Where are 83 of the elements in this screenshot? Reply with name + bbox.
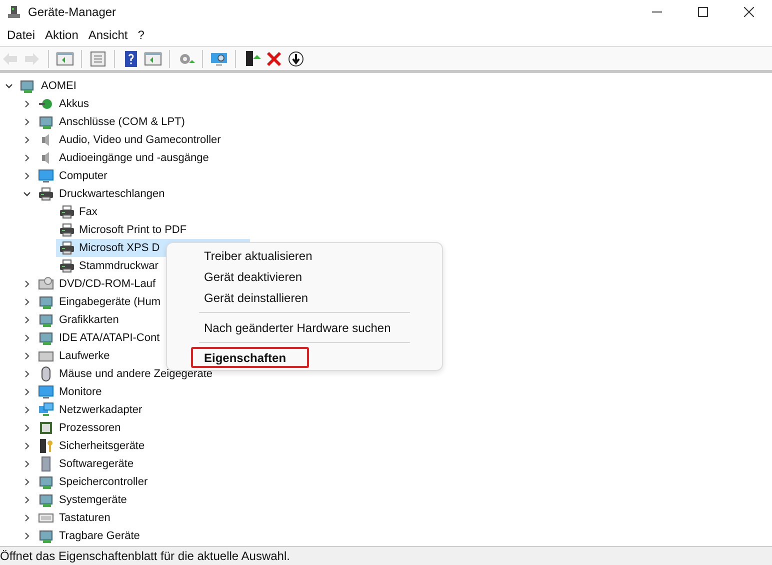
tree-item[interactable]: Sicherheitsgeräte: [59, 438, 145, 454]
tree-item[interactable]: Audioeingänge und -ausgänge: [59, 150, 209, 166]
key-icon: [38, 438, 54, 454]
chevron-right-icon[interactable]: [23, 532, 31, 540]
tree-item[interactable]: Tastaturen: [59, 510, 110, 526]
tree-item[interactable]: Systemgeräte: [59, 492, 127, 508]
context-menu-item[interactable]: Gerät deaktivieren: [171, 266, 438, 287]
tree-item[interactable]: Speichercontroller: [59, 474, 148, 490]
context-menu-item[interactable]: Nach geänderter Hardware suchen: [171, 317, 438, 338]
tree-item-label: Fax: [79, 204, 98, 220]
menu-item[interactable]: Datei: [2, 25, 40, 45]
delete-icon[interactable]: [265, 50, 283, 68]
tree-item-label: Stammdruckwar: [79, 258, 158, 274]
chevron-right-icon[interactable]: [23, 514, 31, 522]
chevron-right-icon[interactable]: [23, 298, 31, 306]
chevron-right-icon[interactable]: [23, 388, 31, 396]
status-text: Öffnet das Eigenschaftenblatt für die aktuelle Auswahl.: [0, 548, 290, 565]
panel-icon[interactable]: [56, 50, 74, 68]
menu-item[interactable]: ?: [132, 25, 150, 45]
device-icon: [38, 528, 54, 544]
disc-drive-icon: [38, 276, 54, 292]
tree-item[interactable]: Mäuse und andere Zeigegeräte: [59, 366, 212, 382]
chevron-right-icon[interactable]: [23, 460, 31, 468]
tree-item[interactable]: Netzwerkadapter: [59, 402, 142, 418]
tree-item[interactable]: Laufwerke: [59, 348, 110, 364]
chip-icon: [38, 420, 54, 436]
computer-icon: [7, 5, 21, 19]
help-icon[interactable]: [122, 50, 140, 68]
printer-icon: [59, 258, 75, 274]
network-icon: [38, 402, 54, 418]
tree-item[interactable]: Anschlüsse (COM & LPT): [59, 114, 185, 130]
tree-item[interactable]: Monitore: [59, 384, 102, 400]
tree-item[interactable]: Druckwarteschlangen: [59, 186, 165, 202]
chevron-right-icon[interactable]: [23, 370, 31, 378]
tree-item[interactable]: Tragbare Geräte: [59, 528, 140, 544]
chevron-down-icon[interactable]: [5, 82, 13, 90]
tree-item[interactable]: Fax: [56, 203, 102, 221]
chevron-right-icon[interactable]: [23, 424, 31, 432]
chevron-right-icon[interactable]: [23, 100, 31, 108]
chevron-right-icon[interactable]: [23, 478, 31, 486]
tree-item[interactable]: IDE ATA/ATAPI-Cont: [59, 330, 160, 346]
maximize-icon: [698, 7, 708, 17]
chevron-right-icon[interactable]: [23, 406, 31, 414]
chevron-right-icon[interactable]: [23, 172, 31, 180]
chevron-right-icon[interactable]: [23, 334, 31, 342]
menu-item[interactable]: Ansicht: [83, 25, 133, 45]
tree-item[interactable]: AOMEI: [41, 78, 76, 94]
chevron-right-icon[interactable]: [23, 442, 31, 450]
chevron-right-icon[interactable]: [23, 316, 31, 324]
monitor-icon: [38, 384, 54, 400]
tree-item-label: Microsoft Print to PDF: [79, 222, 187, 238]
tree-item[interactable]: Microsoft Print to PDF: [56, 221, 191, 239]
tree-item[interactable]: DVD/CD-ROM-Lauf: [59, 276, 156, 292]
tree-item[interactable]: Prozessoren: [59, 420, 121, 436]
list-icon[interactable]: [89, 50, 107, 68]
tree-item[interactable]: Stammdruckwar: [56, 257, 162, 275]
chevron-right-icon[interactable]: [23, 352, 31, 360]
menu-item[interactable]: Aktion: [40, 25, 84, 45]
tree-item[interactable]: Grafikkarten: [59, 312, 119, 328]
download-icon[interactable]: [287, 50, 305, 68]
device-update-icon[interactable]: [243, 50, 261, 68]
chevron-right-icon[interactable]: [23, 280, 31, 288]
chevron-right-icon[interactable]: [23, 154, 31, 162]
tree-item[interactable]: Computer: [59, 168, 108, 184]
printer-icon: [59, 204, 75, 220]
printer-icon: [38, 186, 54, 202]
chevron-right-icon[interactable]: [23, 136, 31, 144]
tree-item[interactable]: Audio, Video und Gamecontroller: [59, 132, 221, 148]
panel-icon[interactable]: [144, 50, 162, 68]
printer-icon: [59, 240, 75, 256]
chevron-right-icon[interactable]: [23, 496, 31, 504]
window-title: Geräte-Manager: [28, 4, 116, 21]
tree-item-label: Microsoft XPS D: [79, 240, 160, 256]
tree-item[interactable]: Softwaregeräte: [59, 456, 134, 472]
close-icon: [744, 7, 754, 17]
chevron-right-icon[interactable]: [23, 118, 31, 126]
context-menu-item[interactable]: Eigenschaften: [191, 347, 309, 368]
monitor-icon: [38, 168, 54, 184]
context-menu-item[interactable]: Gerät deinstallieren: [171, 287, 438, 308]
tree-item[interactable]: Eingabegeräte (Hum: [59, 294, 161, 310]
printer-icon: [59, 222, 75, 238]
chevron-down-icon[interactable]: [23, 190, 31, 198]
tree-item[interactable]: Akkus: [59, 96, 89, 112]
